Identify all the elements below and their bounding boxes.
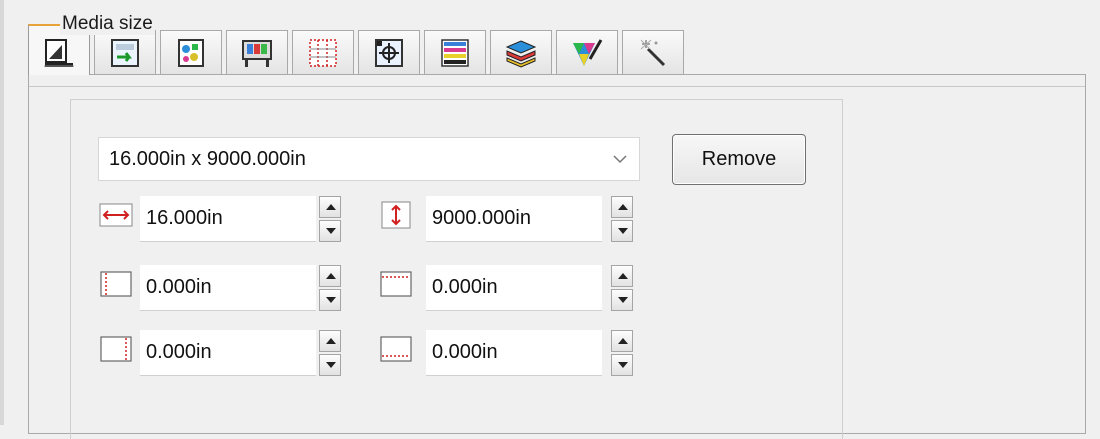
arrow-down-icon: [326, 228, 336, 234]
width-input[interactable]: [146, 204, 296, 232]
margin-top-spinner: [611, 265, 633, 311]
margin-left-increment-button[interactable]: [319, 265, 341, 287]
margin-right-input[interactable]: [146, 338, 296, 366]
margin-right-field[interactable]: [140, 330, 316, 376]
arrow-down-icon: [326, 362, 336, 368]
remove-button[interactable]: Remove: [672, 134, 806, 185]
margin-bottom-increment-button[interactable]: [611, 330, 633, 352]
margin-left-field[interactable]: [140, 265, 316, 311]
grid-layout-icon: [309, 38, 337, 67]
width-spinner: [319, 196, 341, 242]
margin-left-icon: [100, 271, 132, 297]
height-field[interactable]: [426, 196, 602, 242]
margin-top-input[interactable]: [432, 273, 582, 301]
height-input[interactable]: [432, 204, 582, 232]
media-feed-icon: [111, 38, 139, 67]
chevron-down-icon: [613, 155, 627, 164]
tab-layers[interactable]: [490, 30, 552, 74]
tab-magic-wand[interactable]: [622, 30, 684, 74]
tab-printer[interactable]: [226, 30, 288, 74]
tab-media-feed[interactable]: [94, 30, 156, 74]
width-decrement-button[interactable]: [319, 220, 341, 242]
margin-top-increment-button[interactable]: [611, 265, 633, 287]
media-size-dropdown[interactable]: 16.000in x 9000.000in: [98, 137, 640, 181]
arrow-up-icon: [618, 338, 628, 344]
margin-top-field[interactable]: [426, 265, 602, 311]
width-icon: [99, 203, 133, 227]
window-left-edge: [0, 0, 4, 425]
margin-left-spinner: [319, 265, 341, 311]
arrow-down-icon: [618, 228, 628, 234]
margin-bottom-input[interactable]: [432, 338, 582, 366]
magic-wand-icon: [640, 39, 666, 66]
margin-bottom-field[interactable]: [426, 330, 602, 376]
tab-color-page[interactable]: [160, 30, 222, 74]
margin-top-decrement-button[interactable]: [611, 289, 633, 311]
margin-left-input[interactable]: [146, 273, 296, 301]
arrow-up-icon: [326, 273, 336, 279]
printer-icon: [242, 39, 272, 67]
margin-bottom-spinner: [611, 330, 633, 376]
tab-grid-layout[interactable]: [292, 30, 354, 74]
height-spinner: [611, 196, 633, 242]
height-icon: [381, 201, 411, 229]
height-decrement-button[interactable]: [611, 220, 633, 242]
color-picker-icon: [573, 38, 603, 66]
margin-bottom-decrement-button[interactable]: [611, 354, 633, 376]
margin-top-icon: [380, 271, 412, 297]
arrow-down-icon: [618, 297, 628, 303]
width-increment-button[interactable]: [319, 196, 341, 218]
media-size-group-label: Media size: [60, 13, 155, 35]
arrow-up-icon: [618, 273, 628, 279]
margin-right-icon: [100, 336, 132, 362]
tab-registration-marks[interactable]: [358, 30, 420, 74]
media-size-selected-value: 16.000in x 9000.000in: [109, 148, 306, 170]
tab-content-panel: [28, 74, 1086, 439]
margin-right-increment-button[interactable]: [319, 330, 341, 352]
color-page-icon: [178, 38, 204, 67]
arrow-down-icon: [618, 362, 628, 368]
layers-icon: [505, 39, 537, 68]
color-bars-icon: [441, 38, 469, 67]
media-setup-icon: [44, 38, 74, 67]
width-field[interactable]: [140, 196, 316, 242]
margin-bottom-icon: [380, 336, 412, 362]
height-increment-button[interactable]: [611, 196, 633, 218]
tab-color-bars[interactable]: [424, 30, 486, 74]
arrow-up-icon: [326, 338, 336, 344]
margin-right-spinner: [319, 330, 341, 376]
panel-divider: [29, 86, 1085, 87]
arrow-up-icon: [326, 204, 336, 210]
arrow-up-icon: [618, 204, 628, 210]
tab-color-picker[interactable]: [556, 30, 618, 74]
margin-right-decrement-button[interactable]: [319, 354, 341, 376]
margin-left-decrement-button[interactable]: [319, 289, 341, 311]
arrow-down-icon: [326, 297, 336, 303]
registration-marks-icon: [375, 38, 403, 67]
